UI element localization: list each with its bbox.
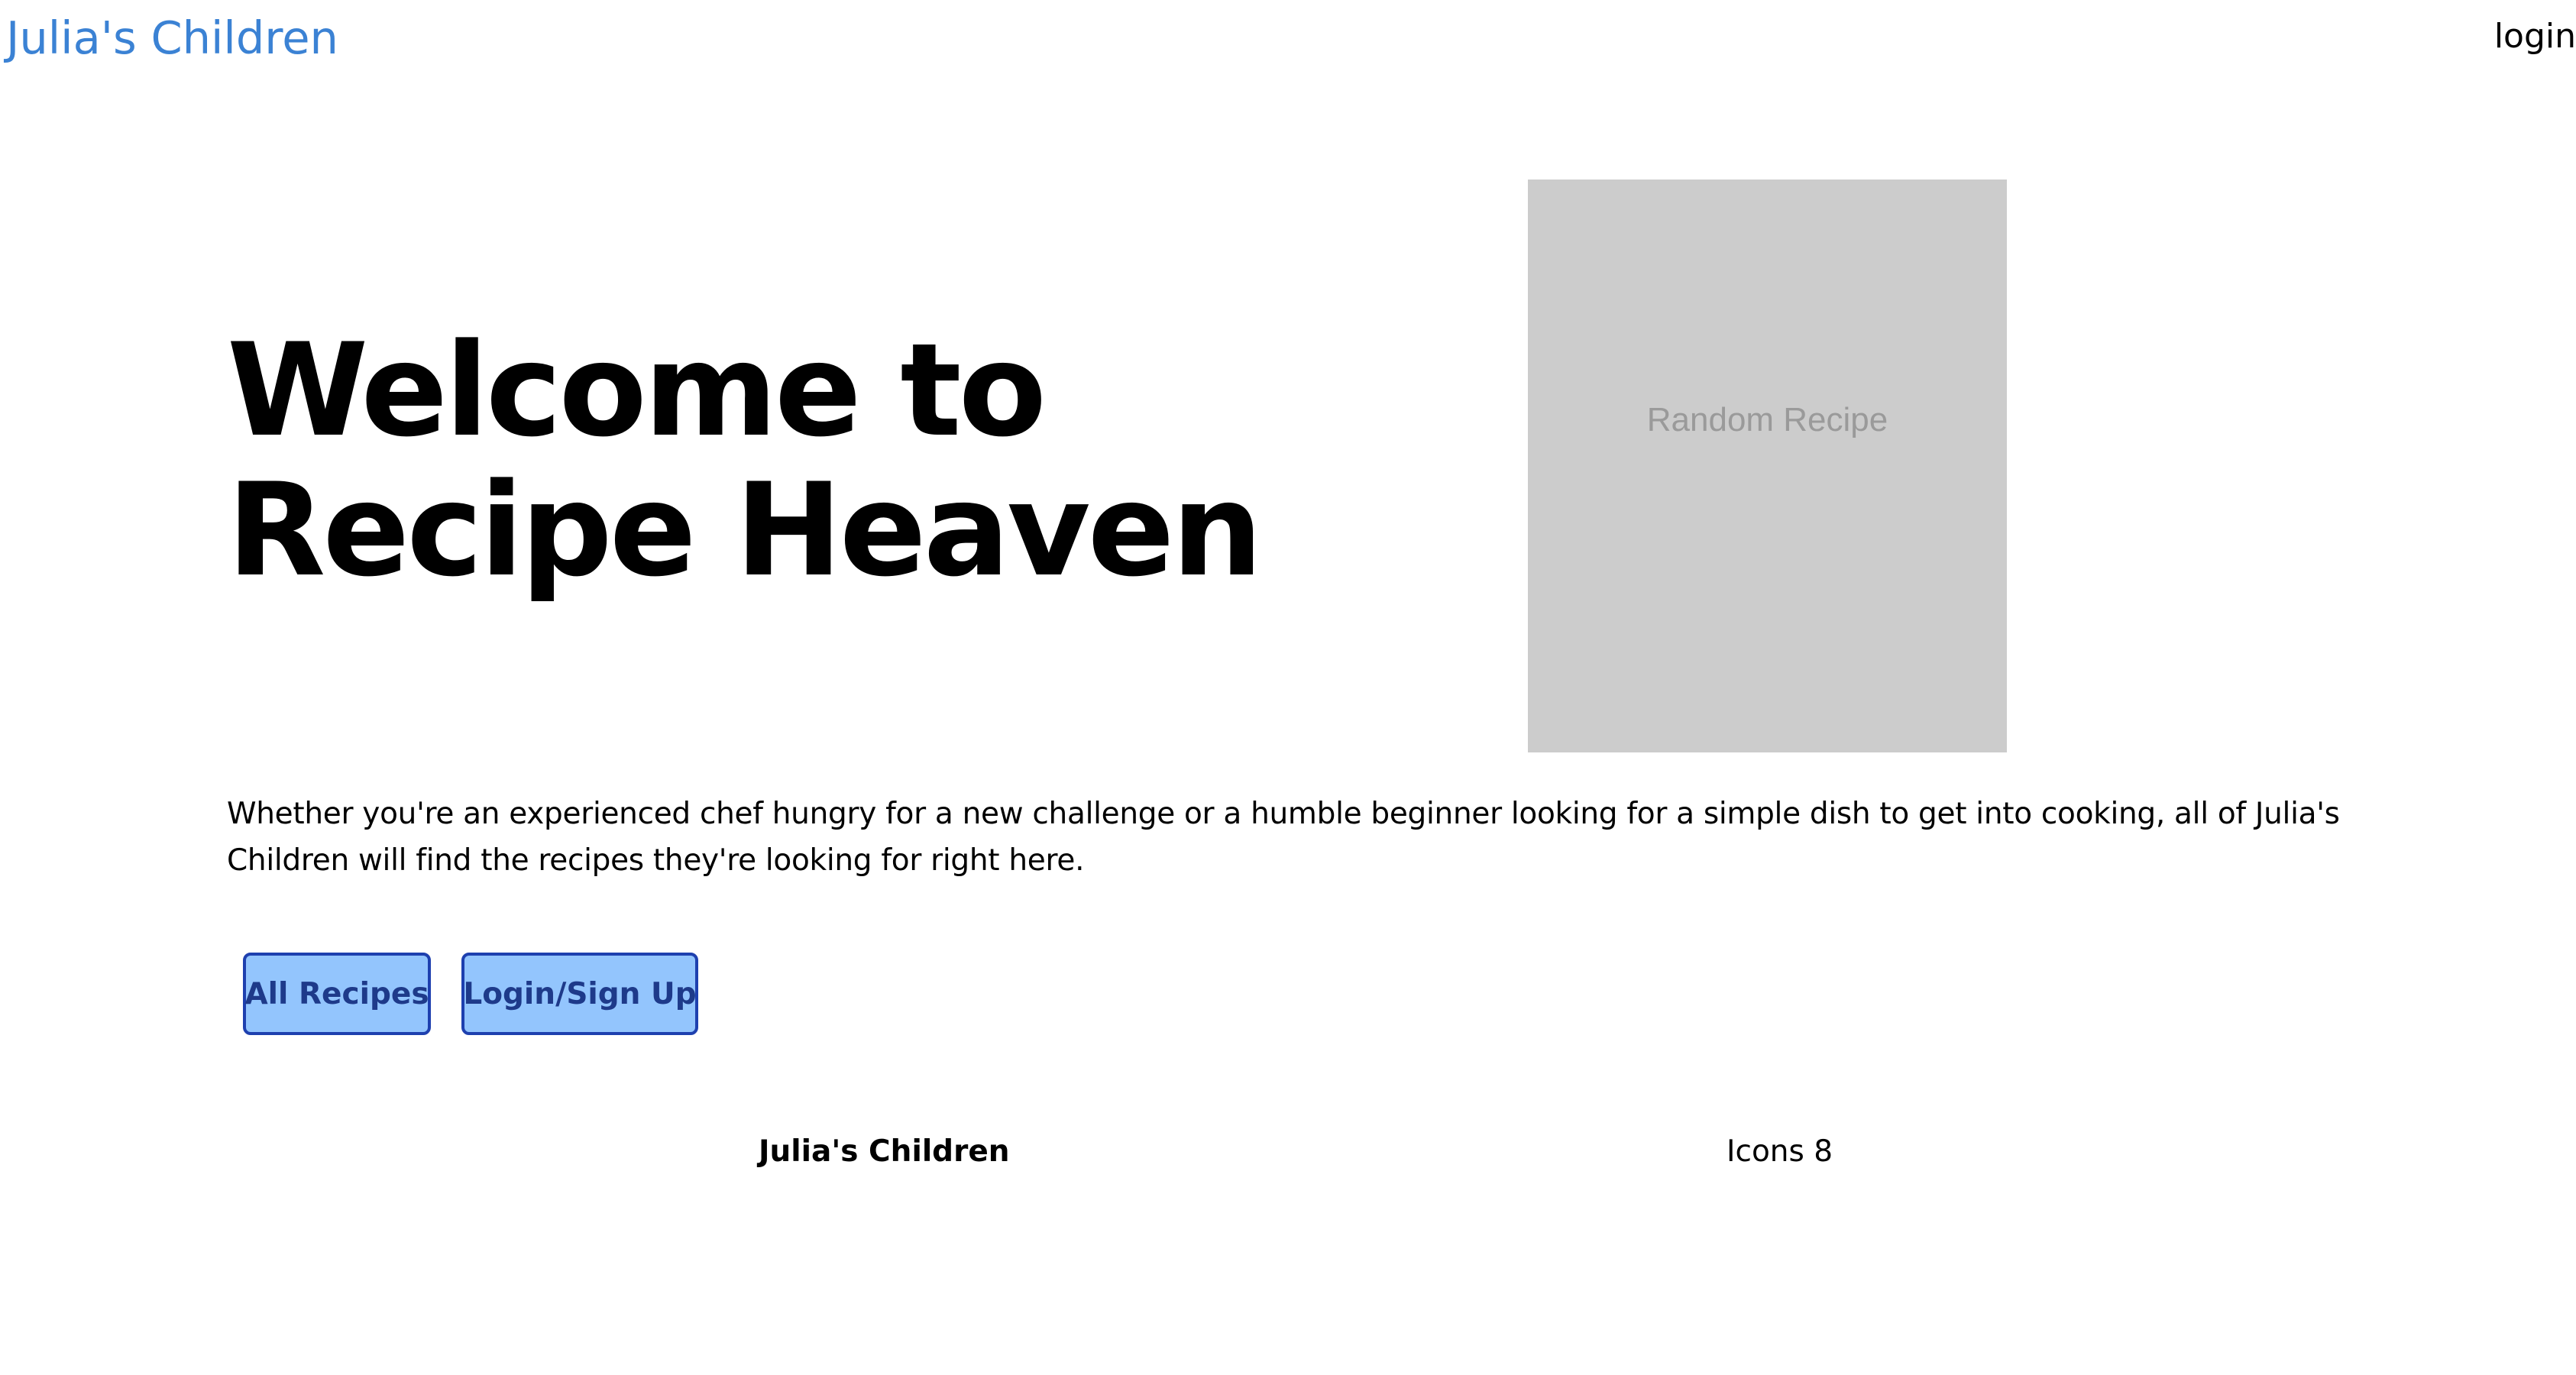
hero-title-line-2: Recipe Heaven — [227, 455, 1263, 605]
login-link[interactable]: login — [2494, 14, 2576, 60]
intro-text: Whether you're an experienced chef hungr… — [227, 797, 2340, 878]
login-signup-button[interactable]: Login/Sign Up — [461, 953, 698, 1035]
hero-title: Welcome to Recipe Heaven — [227, 315, 1263, 605]
footer-brand: Julia's Children — [759, 1134, 1010, 1169]
all-recipes-button[interactable]: All Recipes — [243, 953, 431, 1035]
random-recipe-label: Random Recipe — [1646, 401, 1888, 438]
hero-title-line-1: Welcome to — [227, 315, 1047, 465]
random-recipe-image[interactable]: Random Recipe — [1528, 180, 2007, 752]
icons8-credit-link[interactable]: Icons 8 — [1727, 1129, 1833, 1175]
brand-link[interactable]: Julia's Children — [6, 8, 338, 69]
